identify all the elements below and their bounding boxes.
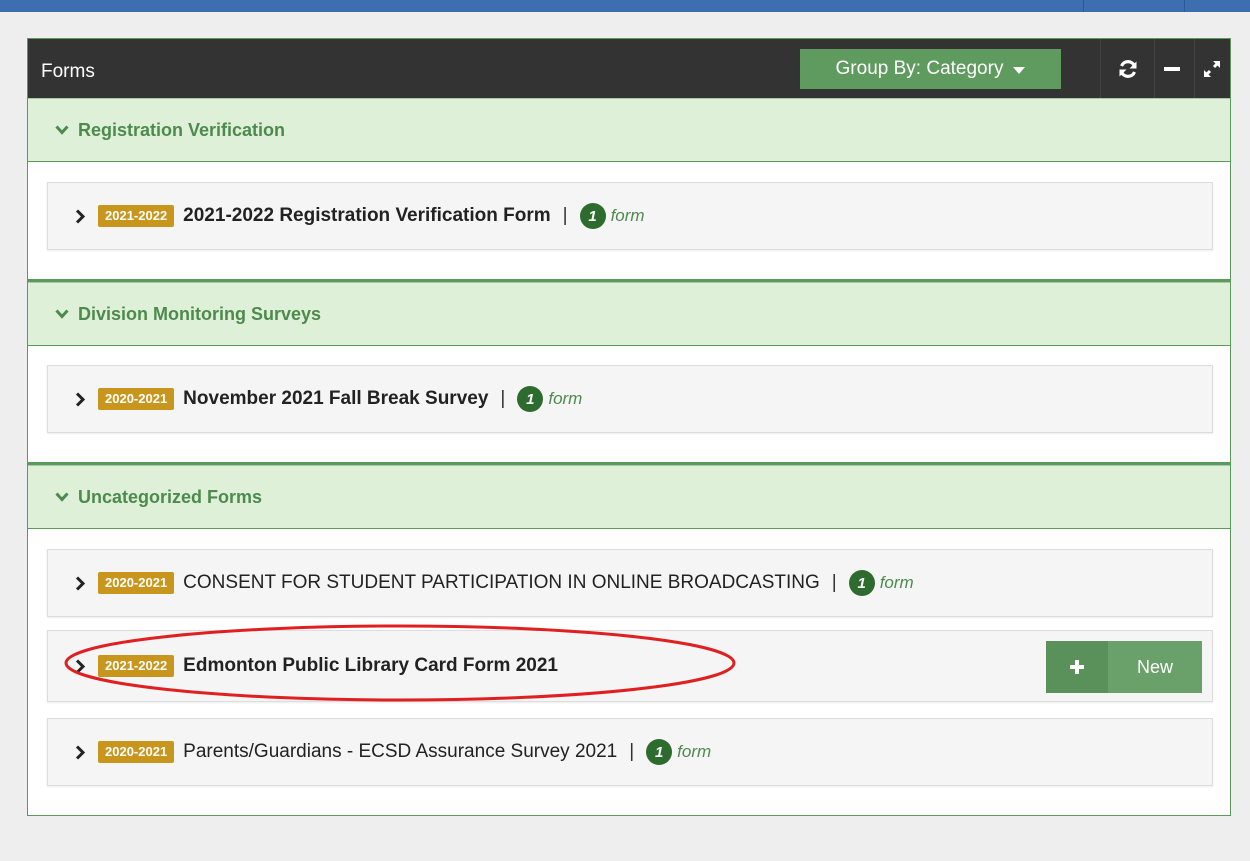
form-name[interactable]: CONSENT FOR STUDENT PARTICIPATION IN ONL… bbox=[183, 572, 820, 594]
form-row[interactable]: 2021-2022 2021-2022 Registration Verific… bbox=[47, 182, 1213, 250]
new-button-label: New bbox=[1136, 656, 1173, 677]
form-name[interactable]: Edmonton Public Library Card Form 2021 bbox=[183, 655, 558, 677]
category-header-uncategorized-forms[interactable]: Uncategorized Forms bbox=[28, 465, 1230, 529]
chevron-right-icon[interactable] bbox=[75, 658, 85, 674]
separator: | bbox=[562, 205, 568, 226]
category-title: Division Monitoring Surveys bbox=[78, 303, 322, 324]
category-header-registration-verification[interactable]: Registration Verification bbox=[28, 98, 1230, 162]
nav-divider bbox=[1083, 0, 1084, 12]
year-badge: 2020-2021 bbox=[98, 388, 175, 410]
chevron-down-icon bbox=[55, 309, 69, 319]
form-row[interactable]: 2020-2021 November 2021 Fall Break Surve… bbox=[47, 365, 1213, 433]
form-name[interactable]: 2021-2022 Registration Verification Form bbox=[183, 205, 550, 227]
form-row[interactable]: 2020-2021 Parents/Guardians - ECSD Assur… bbox=[47, 718, 1213, 786]
minimize-icon[interactable] bbox=[1152, 49, 1192, 89]
nav-divider bbox=[1184, 0, 1185, 12]
group-by-label: Group By: Category bbox=[835, 58, 1004, 79]
new-form-button[interactable]: New bbox=[1046, 641, 1202, 693]
chevron-right-icon[interactable] bbox=[75, 391, 85, 407]
group-by-dropdown[interactable]: Group By: Category bbox=[800, 49, 1061, 89]
separator: | bbox=[500, 388, 506, 409]
year-badge: 2021-2022 bbox=[98, 205, 175, 227]
panel-header: Forms Group By: Category bbox=[28, 39, 1230, 98]
form-row[interactable]: 2020-2021 CONSENT FOR STUDENT PARTICIPAT… bbox=[47, 549, 1213, 617]
form-name[interactable]: Parents/Guardians - ECSD Assurance Surve… bbox=[183, 741, 617, 763]
count-label: form bbox=[610, 206, 645, 225]
separator: | bbox=[831, 572, 837, 593]
caret-down-icon bbox=[1013, 66, 1026, 74]
refresh-icon[interactable] bbox=[1108, 49, 1148, 89]
form-row[interactable]: 2021-2022 Edmonton Public Library Card F… bbox=[47, 630, 1213, 702]
count-label: form bbox=[879, 573, 914, 592]
count-label: form bbox=[548, 389, 583, 408]
category-title: Registration Verification bbox=[78, 119, 286, 140]
chevron-right-icon[interactable] bbox=[75, 575, 85, 591]
count-badge: 1 bbox=[579, 203, 606, 229]
count-badge: 1 bbox=[517, 386, 544, 412]
year-badge: 2021-2022 bbox=[98, 655, 175, 677]
category-header-division-monitoring-surveys[interactable]: Division Monitoring Surveys bbox=[28, 282, 1230, 346]
panel-title: Forms bbox=[41, 61, 95, 82]
header-divider bbox=[1100, 39, 1101, 98]
chevron-down-icon bbox=[55, 125, 69, 135]
forms-panel: Forms Group By: Category Registration Ve… bbox=[27, 38, 1231, 816]
count-label: form bbox=[677, 742, 712, 761]
year-badge: 2020-2021 bbox=[98, 572, 175, 594]
expand-icon[interactable] bbox=[1192, 49, 1232, 89]
count-badge: 1 bbox=[646, 739, 673, 765]
category-title: Uncategorized Forms bbox=[78, 486, 263, 507]
plus-icon bbox=[1046, 641, 1108, 693]
top-navigation-bar bbox=[0, 0, 1250, 12]
chevron-right-icon[interactable] bbox=[75, 208, 85, 224]
form-name[interactable]: November 2021 Fall Break Survey bbox=[183, 388, 488, 410]
separator: | bbox=[629, 741, 635, 762]
chevron-right-icon[interactable] bbox=[75, 744, 85, 760]
year-badge: 2020-2021 bbox=[98, 741, 175, 763]
count-badge: 1 bbox=[848, 570, 875, 596]
chevron-down-icon bbox=[55, 492, 69, 502]
